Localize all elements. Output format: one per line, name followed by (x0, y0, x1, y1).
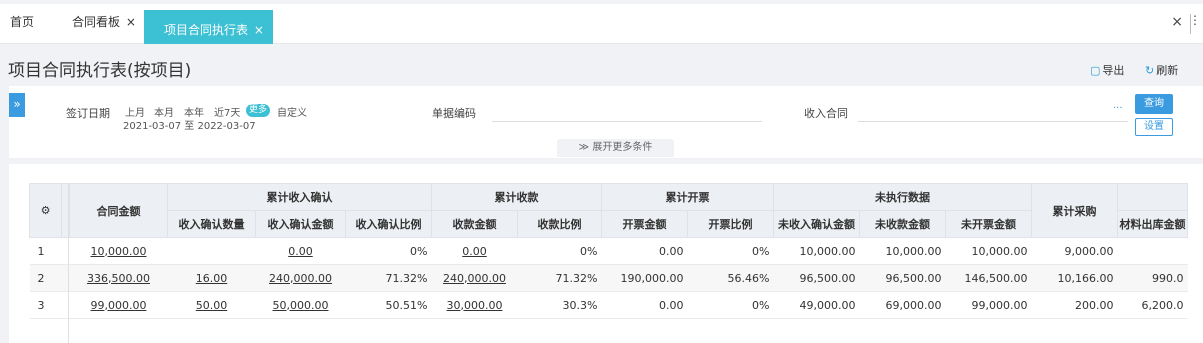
row-index: 2 (29, 264, 62, 292)
refresh-button[interactable]: ↻ 刷新 (1145, 62, 1178, 78)
settings-button[interactable]: 设置 (1135, 118, 1173, 136)
contract-amount-link[interactable]: 336,500.00 (69, 264, 168, 292)
material-out-cell (1117, 237, 1188, 265)
material-out-cell: 990.0 (1117, 264, 1188, 292)
tab-home[interactable]: 首页 (10, 13, 34, 30)
tab-contract-board-label: 合同看板 (72, 15, 121, 29)
header-income-amt: 收入确认金额 (255, 210, 346, 238)
un-invoice-cell: 10,000.00 (945, 237, 1032, 265)
more-menu-icon[interactable]: ⋮ (1189, 13, 1201, 27)
close-icon[interactable]: × (126, 15, 136, 29)
income-contract-picker-icon[interactable]: ··· (1113, 103, 1123, 114)
income-contract-label: 收入合同 (804, 107, 848, 120)
export-button[interactable]: ▢ 导出 (1090, 62, 1124, 78)
income-amt-link[interactable]: 240,000.00 (255, 264, 346, 292)
invoice-amt-cell: 0.00 (601, 291, 688, 319)
date-range-value[interactable]: 2021-03-07 至 2022-03-07 (123, 117, 256, 132)
un-collect-cell: 96,500.00 (859, 264, 946, 292)
header-cum-collection: 累计收款 (431, 183, 602, 211)
table-row[interactable]: 2 336,500.00 16.00 240,000.00 71.32% 240… (29, 264, 1188, 292)
un-income-cell: 49,000.00 (773, 291, 860, 319)
window-close-icon[interactable]: × (1171, 14, 1183, 30)
row-index: 3 (29, 291, 62, 319)
page-title: 项目合同执行表(按项目) (8, 61, 192, 81)
un-collect-cell: 10,000.00 (859, 237, 946, 265)
un-invoice-cell: 146,500.00 (945, 264, 1032, 292)
cum-purchase-cell: 10,166.00 (1031, 264, 1118, 292)
un-income-cell: 96,500.00 (773, 264, 860, 292)
invoice-amt-cell: 190,000.00 (601, 264, 688, 292)
header-material-out: 材料出库金额 (1117, 210, 1188, 238)
header-income-ratio: 收入确认比例 (345, 210, 432, 238)
header-material-group (1117, 183, 1188, 211)
un-invoice-cell: 99,000.00 (945, 291, 1032, 319)
income-qty-link[interactable]: 50.00 (167, 291, 256, 319)
income-ratio-cell: 71.32% (345, 264, 432, 292)
header-invoice-amt: 开票金额 (601, 210, 688, 238)
quick-custom[interactable]: 自定义 (277, 104, 307, 119)
column-settings-icon[interactable]: ⚙ (29, 183, 62, 238)
invoice-ratio-cell: 0% (687, 237, 774, 265)
header-cum-invoice: 累计开票 (601, 183, 774, 211)
invoice-amt-cell: 0.00 (601, 237, 688, 265)
header-un-income: 未收入确认金额 (773, 210, 860, 238)
material-out-cell: 6,200.0 (1117, 291, 1188, 319)
header-contract-amount: 合同金额 (69, 183, 168, 238)
header-un-collect: 未收款金额 (859, 210, 946, 238)
cum-purchase-cell: 200.00 (1031, 291, 1118, 319)
table-frozen-divider (68, 184, 69, 343)
expand-sidebar-button[interactable]: » (9, 93, 25, 117)
header-unexecuted: 未执行数据 (773, 183, 1032, 211)
contract-amount-link[interactable]: 10,000.00 (69, 237, 168, 265)
export-icon: ▢ (1090, 64, 1101, 77)
header-collect-amt: 收款金额 (431, 210, 518, 238)
cum-purchase-cell: 9,000.00 (1031, 237, 1118, 265)
tab-bar-topline (0, 0, 1203, 4)
collect-amt-link[interactable]: 0.00 (431, 237, 518, 265)
collect-amt-link[interactable]: 240,000.00 (431, 264, 518, 292)
refresh-icon: ↻ (1145, 64, 1155, 77)
header-un-invoice: 未开票金额 (945, 210, 1032, 238)
income-amt-link[interactable]: 50,000.00 (255, 291, 346, 319)
income-ratio-cell: 50.51% (345, 291, 432, 319)
table-row[interactable]: 3 99,000.00 50.00 50,000.00 50.51% 30,00… (29, 291, 1188, 319)
doc-no-input[interactable] (492, 121, 762, 122)
invoice-ratio-cell: 56.46% (687, 264, 774, 292)
tab-active-label: 项目合同执行表 (164, 23, 249, 37)
close-icon[interactable]: × (254, 23, 264, 37)
header-invoice-ratio: 开票比例 (687, 210, 774, 238)
query-button[interactable]: 查询 (1135, 94, 1173, 114)
quick-more[interactable]: 更多 (246, 104, 270, 117)
contract-amount-link[interactable]: 99,000.00 (69, 291, 168, 319)
table-row[interactable]: 1 10,000.00 0.00 0% 0.00 0% 0.00 0% 10,0… (29, 237, 1188, 265)
invoice-ratio-cell: 0% (687, 291, 774, 319)
income-qty-link[interactable]: 16.00 (167, 264, 256, 292)
row-index: 1 (29, 237, 62, 265)
data-table: ⚙ 合同金额 累计收入确认 累计收款 累计开票 未执行数据 累计采购 收入确认数… (29, 183, 1188, 319)
header-income-qty: 收入确认数量 (167, 210, 256, 238)
income-amt-link[interactable]: 0.00 (255, 237, 346, 265)
export-label: 导出 (1102, 64, 1125, 77)
header-collect-ratio: 收款比例 (517, 210, 602, 238)
collect-ratio-cell: 0% (517, 237, 602, 265)
collect-ratio-cell: 30.3% (517, 291, 602, 319)
income-contract-input[interactable] (858, 121, 1128, 122)
header-cum-purchase: 累计采购 (1031, 183, 1118, 238)
expand-more-conditions[interactable]: ≫ 展开更多条件 (557, 139, 674, 157)
un-collect-cell: 69,000.00 (859, 291, 946, 319)
refresh-label: 刷新 (1156, 64, 1179, 77)
header-cum-income-confirm: 累计收入确认 (167, 183, 432, 211)
tab-contract-board[interactable]: 合同看板 × (72, 13, 136, 30)
un-income-cell: 10,000.00 (773, 237, 860, 265)
collect-ratio-cell: 71.32% (517, 264, 602, 292)
tab-project-contract-execution[interactable]: 项目合同执行表 × (144, 10, 273, 44)
doc-no-label: 单据编码 (432, 107, 476, 120)
income-ratio-cell: 0% (345, 237, 432, 265)
income-qty-link[interactable] (167, 237, 256, 265)
collect-amt-link[interactable]: 30,000.00 (431, 291, 518, 319)
sign-date-label: 签订日期 (66, 107, 110, 120)
